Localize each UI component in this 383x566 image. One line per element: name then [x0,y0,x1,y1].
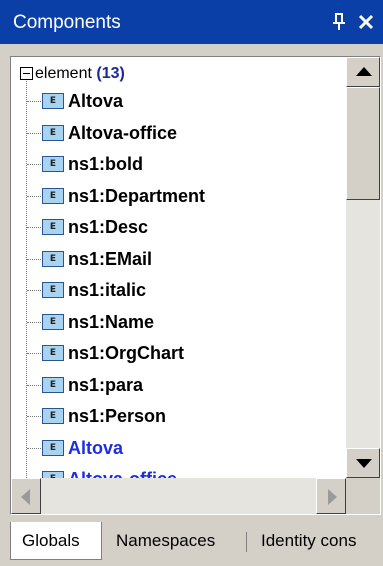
scroll-right-button[interactable] [316,478,346,514]
tree-item[interactable]: Ens1:Department [27,183,346,209]
tree-item-label: ns1:Name [68,312,155,332]
tree-item-label: Altova-office [68,468,177,478]
tree-connector [27,259,41,260]
components-panel: Components element (13) E Altova E Altova-o… [0,0,383,566]
tree-item[interactable]: Ens1:EMail [27,246,346,272]
arrow-down-icon [356,459,372,468]
tree-item-label: ns1:Desc [68,217,149,237]
element-e-icon: E [42,314,64,330]
tree-connector [27,101,41,102]
horizontal-scrollbar[interactable] [11,478,346,514]
arrow-right-icon [328,489,337,505]
tree-item[interactable]: Ens1:Person [27,403,346,429]
panel-title: Components [13,12,121,33]
tree-item[interactable]: E Altova [27,88,346,114]
tree-item[interactable]: Ens1:para [27,372,346,398]
tree-connector [27,353,41,354]
tree-item-label: ns1:Department [68,186,206,206]
element-e-icon: E [42,251,64,267]
arrow-up-icon [356,67,372,76]
tree-viewport: element (13) E Altova E Altova-office Ens1:b… [11,57,346,478]
root-name: element [35,65,92,82]
element-e-icon: E [42,93,64,109]
scroll-left-button[interactable] [11,478,41,514]
element-e-icon: E [42,125,64,141]
collapse-minus-icon[interactable] [20,67,33,80]
tree-connector [27,164,41,165]
scroll-up-button[interactable] [346,57,380,87]
tree-connector [27,385,41,386]
tab-separator [246,532,247,552]
tree-item[interactable]: EAltova-office [27,120,346,146]
element-e-icon: E [42,345,64,361]
tree-item[interactable]: Ens1:italic [27,277,346,303]
tree-item[interactable]: Ens1:OrgChart [27,340,346,366]
tree-item[interactable]: Ens1:Name [27,309,346,335]
tree-connector [27,448,41,449]
title-bar: Components [0,0,383,44]
tree-connector [27,227,41,228]
tab-globals[interactable]: Globals [10,522,102,560]
scrollbar-corner [346,478,380,514]
tree-connector [27,196,41,197]
element-e-icon: E [42,188,64,204]
tree-item[interactable]: Ens1:Desc [27,214,346,240]
tree-item[interactable]: Ens1:bold [27,151,346,177]
element-e-icon: E [42,471,64,478]
element-e-icon: E [42,377,64,393]
tab-namespaces[interactable]: Namespaces [116,522,215,560]
vertical-scroll-thumb[interactable] [346,87,380,200]
tree-connector [27,133,41,134]
tree-root-label: element (13) [35,63,125,85]
tree-connector [27,290,41,291]
tree-item-label: ns1:para [68,375,144,395]
vertical-scrollbar[interactable] [346,57,380,478]
element-e-icon: E [42,282,64,298]
pin-icon[interactable] [329,12,349,32]
tree-item-label: ns1:italic [68,280,147,300]
scroll-down-button[interactable] [346,448,380,478]
arrow-left-icon [21,489,30,505]
tree-item[interactable]: E Altova [27,435,346,461]
root-count: (13) [96,65,125,82]
close-icon[interactable] [356,12,376,32]
tree-item-label: ns1:EMail [68,249,153,269]
tree-connector [27,416,41,417]
tree-connector [27,322,41,323]
tree-item-label: ns1:OrgChart [68,343,185,363]
tree-item[interactable]: E Altova-office [27,466,346,478]
panel-tabs: Globals Namespaces Identity cons [0,515,383,566]
components-tree: element (13) E Altova E Altova-office Ens1:b… [10,56,381,515]
tab-identity-constraints[interactable]: Identity cons [261,522,356,560]
element-e-icon: E [42,408,64,424]
element-e-icon: E [42,156,64,172]
element-e-icon: E [42,440,64,456]
tree-item-label: Altova-office [68,123,178,143]
tree-item-label: Altova [68,91,124,111]
tree-item-label: ns1:bold [68,154,143,174]
tree-item-label: ns1:Person [68,406,167,426]
element-e-icon: E [42,219,64,235]
tree-item-label: Altova [68,438,124,458]
